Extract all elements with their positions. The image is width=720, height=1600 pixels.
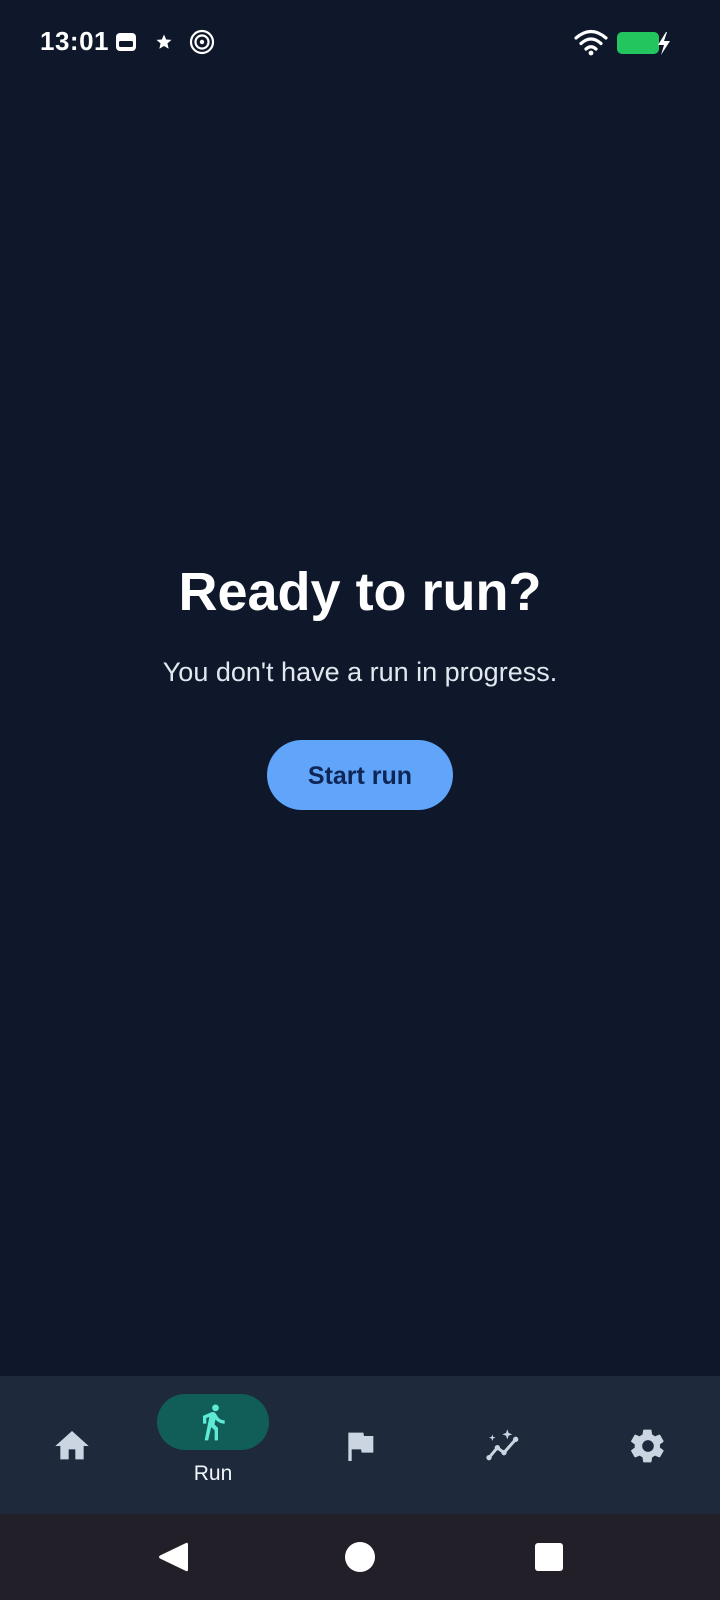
recents-icon[interactable] xyxy=(531,1539,567,1575)
back-icon[interactable] xyxy=(156,1539,190,1575)
status-bar: 13:01 xyxy=(0,0,720,86)
sim-card-icon xyxy=(116,33,136,51)
star-icon xyxy=(156,34,172,49)
spiral-icon xyxy=(189,29,215,55)
wifi-icon xyxy=(574,29,608,56)
system-navigation-bar xyxy=(0,1514,720,1600)
run-screen: 13:01 Ready to run? You don't have a run… xyxy=(0,0,720,1600)
gear-icon xyxy=(631,1429,664,1463)
run-icon xyxy=(203,1404,225,1441)
nav-item-settings[interactable] xyxy=(576,1376,720,1514)
start-run-button[interactable]: Start run xyxy=(267,739,453,810)
empty-state-message: You don't have a run in progress. xyxy=(162,656,558,687)
battery-charging-icon xyxy=(617,32,670,55)
home-icon xyxy=(55,1431,89,1460)
chart-sparkle-icon xyxy=(486,1429,519,1461)
nav-item-insights[interactable] xyxy=(432,1376,576,1514)
page-title: Ready to run? xyxy=(178,562,542,622)
main-content: Ready to run? You don't have a run in pr… xyxy=(0,560,720,810)
nav-label-run: Run xyxy=(193,1462,233,1485)
status-time: 13:01 xyxy=(40,26,109,56)
flag-icon xyxy=(348,1432,374,1461)
nav-item-run[interactable]: Run xyxy=(144,1376,288,1514)
nav-item-goals[interactable] xyxy=(288,1376,432,1514)
home-circle-icon[interactable] xyxy=(342,1539,378,1575)
active-indicator-pill xyxy=(157,1394,269,1450)
bottom-navigation: Run xyxy=(0,1376,720,1514)
nav-item-home[interactable] xyxy=(0,1376,144,1514)
